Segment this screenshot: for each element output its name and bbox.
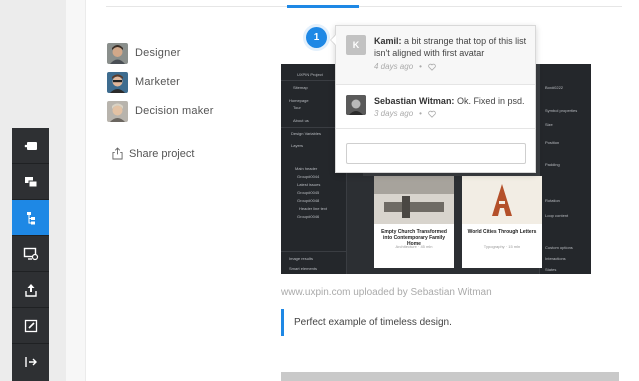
flow-button[interactable] xyxy=(12,200,49,236)
screenshot-right-item: Padding xyxy=(545,162,560,167)
meta-separator: • xyxy=(419,109,422,118)
screenshot-left-item: Latest issues xyxy=(297,182,321,187)
comment-time: 4 days ago xyxy=(374,62,414,71)
card-photo xyxy=(374,176,454,224)
tab-divider xyxy=(106,6,622,7)
screenshot-right-item: Position xyxy=(545,140,560,145)
screenshot-left-item: Group#0048 xyxy=(297,198,320,203)
share-project-link[interactable]: Share project xyxy=(112,147,194,160)
card-photo xyxy=(462,176,542,224)
comment-body: Sebastian Witman: Ok. Fixed in psd. xyxy=(374,95,530,107)
comment-time: 3 days ago xyxy=(374,109,414,118)
edit-button[interactable] xyxy=(12,308,49,344)
team-role-label: Marketer xyxy=(135,76,180,88)
comment-meta: 3 days ago • xyxy=(374,109,436,118)
comment-author: Sebastian Witman: xyxy=(374,96,455,106)
layers-button[interactable] xyxy=(12,164,49,200)
screenshot-left-item: Tour xyxy=(293,105,301,110)
screenshot-right-item: Custom options xyxy=(545,245,573,250)
active-tab-indicator xyxy=(287,5,359,8)
team-role-label: Designer xyxy=(135,47,181,59)
screenshot-left-item: Group#0045 xyxy=(297,190,320,195)
screenshot-left-item: Group#0046 xyxy=(297,214,320,219)
comment-item: Sebastian Witman: Ok. Fixed in psd. 3 da… xyxy=(336,86,535,129)
comment-body: Kamil: a bit strange that top of this li… xyxy=(374,35,530,59)
screenshot-right-item: Size xyxy=(545,122,553,127)
comments-popover: K Kamil: a bit strange that top of this … xyxy=(335,25,536,173)
exit-icon xyxy=(24,357,37,367)
preview-button[interactable] xyxy=(12,236,49,272)
screenshot-left-item: Group#0044 xyxy=(297,174,320,179)
user-avatar xyxy=(107,42,128,64)
screenshot-left-item: Image results xyxy=(289,256,314,261)
side-panel xyxy=(66,0,86,381)
comment-item: K Kamil: a bit strange that top of this … xyxy=(336,26,535,85)
export-button[interactable] xyxy=(12,272,49,308)
heart-icon[interactable] xyxy=(428,110,436,118)
screenshot-right-item: Loop content xyxy=(545,213,569,218)
edit-icon xyxy=(24,319,37,332)
team-member-decision-maker: Decision maker xyxy=(107,100,214,122)
screenshot-left-item: Header line text xyxy=(299,206,328,211)
screenshot-project-label: UXPIN Project xyxy=(297,72,323,77)
layers-icon xyxy=(24,176,37,187)
card-title: World Cities Through Letters xyxy=(467,229,537,235)
popover-arrow-fill xyxy=(331,35,336,45)
description-text: Perfect example of timeless design. xyxy=(294,317,452,328)
comment-meta: 4 days ago • xyxy=(374,62,436,71)
user-avatar xyxy=(107,100,128,122)
exit-button[interactable] xyxy=(12,344,49,380)
card-meta: Architecture · 45 mln xyxy=(395,244,433,249)
card-meta: Typography · 15 mln xyxy=(483,244,521,249)
screenshot-right-item: Box#0222 xyxy=(545,85,564,90)
user-avatar: K xyxy=(346,35,366,55)
user-avatar xyxy=(107,71,128,93)
comment-mode-button[interactable] xyxy=(12,128,49,164)
share-project-label: Share project xyxy=(129,147,195,160)
team-role-label: Decision maker xyxy=(135,105,214,117)
comment-text: Ok. Fixed in psd. xyxy=(454,96,525,106)
screenshot-left-item: Smart elements xyxy=(289,266,318,271)
team-member-designer: Designer xyxy=(107,42,181,64)
screenshot-article-card: World Cities Through Letters Typography … xyxy=(462,176,542,268)
flow-icon xyxy=(26,211,35,224)
heart-icon[interactable] xyxy=(428,63,436,71)
screenshot-article-card: Empty Church Transformed into Contempora… xyxy=(374,176,454,268)
description-quote: Perfect example of timeless design. xyxy=(281,309,591,336)
screenshot-left-item: Main header xyxy=(295,166,318,171)
screenshot-left-item: Homepage xyxy=(289,98,309,103)
screenshot-right-item: Interactions xyxy=(545,256,566,261)
screenshot-left-item: Design Variables xyxy=(291,131,321,136)
reply-input[interactable] xyxy=(346,143,526,164)
screenshot-divider xyxy=(281,251,347,252)
upload-caption: www.uxpin.com uploaded by Sebastian Witm… xyxy=(281,287,492,298)
screenshot-right-item: Rotation xyxy=(545,198,560,203)
screenshot-left-item: Layers xyxy=(291,143,304,148)
team-member-marketer: Marketer xyxy=(107,71,180,93)
share-icon xyxy=(112,147,123,160)
comment-marker[interactable]: 1 xyxy=(306,27,327,48)
screenshot-left-item: Sitemap xyxy=(293,85,308,90)
vertical-toolbar xyxy=(12,128,49,381)
screenshot-right-panel xyxy=(539,64,591,274)
comment-author: Kamil: xyxy=(374,36,402,46)
screen-preview-icon xyxy=(23,247,38,260)
comment-toggle-icon xyxy=(24,141,37,150)
upload-icon xyxy=(24,283,37,297)
meta-separator: • xyxy=(419,62,422,71)
screenshot-right-item: States xyxy=(545,267,557,272)
screenshot-left-item: About us xyxy=(293,118,309,123)
screenshot-right-item: Symbol properties xyxy=(545,108,578,113)
user-avatar xyxy=(346,95,366,115)
next-screen-preview[interactable] xyxy=(281,372,619,381)
